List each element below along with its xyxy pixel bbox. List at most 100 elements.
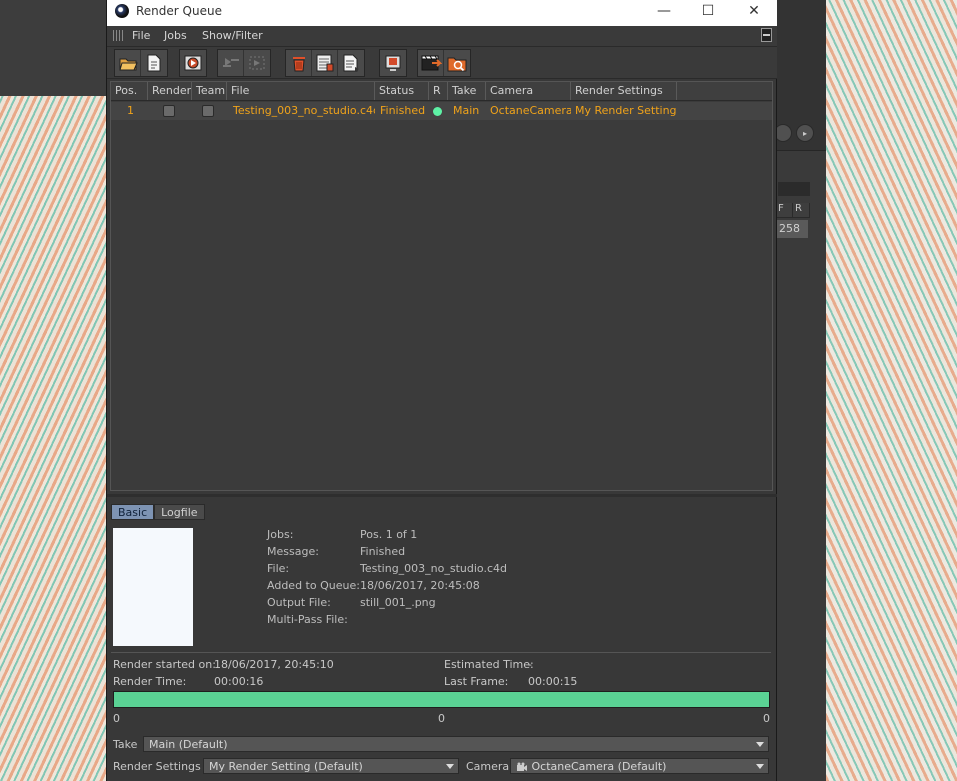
menu-bar: File Jobs Show/Filter [107, 26, 777, 47]
render-time-value: 00:00:16 [214, 675, 264, 688]
info-value: Finished [360, 545, 406, 558]
search-folder-icon [447, 57, 467, 72]
open-output-folder-button[interactable] [444, 50, 470, 76]
minimize-button[interactable]: — [641, 0, 687, 24]
status-dot-cell [429, 102, 448, 120]
info-label: Output File: [267, 596, 331, 609]
progress-tick-start: 0 [113, 712, 120, 725]
chevron-down-icon [756, 764, 764, 769]
info-row-multipass: Multi-Pass File: [267, 611, 360, 628]
render-checkbox[interactable] [163, 105, 175, 117]
toolbar-group-file [114, 49, 168, 77]
table-row[interactable]: 1 Testing_003_no_studio.c4d Finished Mai… [111, 102, 772, 120]
background-play-icon[interactable]: ▸ [796, 124, 814, 142]
job-pos: 1 [127, 104, 134, 117]
panel-splitter[interactable] [107, 494, 777, 497]
render-time-label: Render Time: [113, 675, 187, 688]
progress-tick-mid: 0 [438, 712, 445, 725]
column-pos[interactable]: Pos. [111, 82, 148, 100]
job-table-header: Pos. Render Team File Status R Take Came… [111, 82, 772, 101]
camera-dropdown[interactable]: OctaneCamera (Default) [510, 758, 769, 774]
tab-logfile[interactable]: Logfile [154, 504, 205, 520]
toolbar-group-render [179, 49, 207, 77]
edit-document-icon [343, 54, 359, 72]
take-dropdown-value: Main (Default) [149, 738, 228, 751]
info-row-added: Added to Queue:18/06/2017, 20:45:08 [267, 577, 480, 594]
column-render-settings[interactable]: Render Settings [571, 82, 677, 100]
last-frame-value: 00:00:15 [528, 675, 578, 688]
network-render-button[interactable] [218, 50, 244, 76]
add-file-button[interactable] [141, 50, 167, 76]
background-cell: 258 [776, 220, 808, 238]
tab-basic[interactable]: Basic [111, 504, 155, 520]
column-file[interactable]: File [227, 82, 375, 100]
last-frame-label: Last Frame: [444, 675, 509, 688]
render-settings-dropdown[interactable]: My Render Setting (Default) [203, 758, 459, 774]
render-progress-fill [114, 692, 769, 707]
take-label: Take [113, 738, 138, 751]
background-col-f: F [776, 203, 793, 217]
menu-grip-icon [113, 30, 123, 41]
toolbar [107, 47, 777, 79]
render-settings-dropdown-value: My Render Setting (Default) [209, 760, 363, 773]
trash-icon [292, 57, 305, 72]
column-r[interactable]: R [429, 82, 448, 100]
job-take: Main [453, 104, 480, 117]
edit-job-button[interactable] [338, 50, 364, 76]
info-row-message: Message: Finished [267, 543, 405, 560]
background-bar [778, 182, 810, 196]
render-started-label: Render started on: [113, 658, 216, 671]
picture-viewer-icon [385, 55, 401, 71]
column-status[interactable]: Status [375, 82, 429, 100]
team-checkbox-cell [192, 102, 227, 120]
estimated-time-value: - [528, 658, 532, 671]
network-render-icon [222, 58, 239, 67]
background-col-r: R [793, 203, 810, 217]
background-render-left [0, 0, 110, 781]
menu-jobs[interactable]: Jobs [164, 29, 187, 42]
menu-show-filter[interactable]: Show/Filter [202, 29, 263, 42]
title-bar: Render Queue — ☐ ✕ [107, 0, 777, 26]
render-icon [184, 55, 202, 71]
render-preview-thumbnail [113, 528, 193, 646]
info-tabs: Basic Logfile [111, 504, 205, 520]
toolbar-group-view [379, 49, 407, 77]
column-render[interactable]: Render [148, 82, 192, 100]
delete-job-button[interactable] [286, 50, 312, 76]
add-file-icon [147, 54, 161, 72]
info-label: Message: [267, 545, 319, 558]
maximize-button[interactable]: ☐ [685, 0, 731, 24]
job-list-icon [316, 54, 333, 72]
job-status: Finished [380, 104, 426, 117]
job-render-settings: My Render Setting [575, 104, 677, 117]
close-button[interactable]: ✕ [731, 0, 777, 24]
column-camera[interactable]: Camera [486, 82, 571, 100]
info-label: File: [267, 562, 290, 575]
menu-file[interactable]: File [132, 29, 150, 42]
info-row-jobs: Jobs: Pos. 1 of 1 [267, 526, 417, 543]
team-checkbox[interactable] [202, 105, 214, 117]
toolbar-group-output [417, 49, 471, 77]
camera-dropdown-value: OctaneCamera (Default) [531, 760, 667, 773]
panel-menu-icon[interactable] [761, 28, 772, 42]
info-label: Added to Queue: [267, 579, 360, 592]
background-column-header: F R [776, 203, 810, 218]
status-dot-icon [433, 106, 442, 116]
start-render-button[interactable] [180, 50, 206, 76]
column-team[interactable]: Team [192, 82, 227, 100]
window-title: Render Queue [136, 4, 222, 18]
render-progress-bar [113, 691, 770, 708]
open-folder-button[interactable] [115, 50, 141, 76]
picture-viewer-button[interactable] [380, 50, 406, 76]
grid-render-button[interactable] [244, 50, 270, 76]
column-take[interactable]: Take [448, 82, 486, 100]
column-filler [677, 82, 772, 100]
info-value: still_001_.png [360, 596, 436, 609]
render-output-button[interactable] [418, 50, 444, 76]
job-list-button[interactable] [312, 50, 338, 76]
camera-icon [516, 759, 528, 775]
info-value: 18/06/2017, 20:45:08 [360, 579, 480, 592]
take-dropdown[interactable]: Main (Default) [143, 736, 769, 752]
info-label: Jobs: [267, 528, 294, 541]
chevron-down-icon [446, 764, 454, 769]
